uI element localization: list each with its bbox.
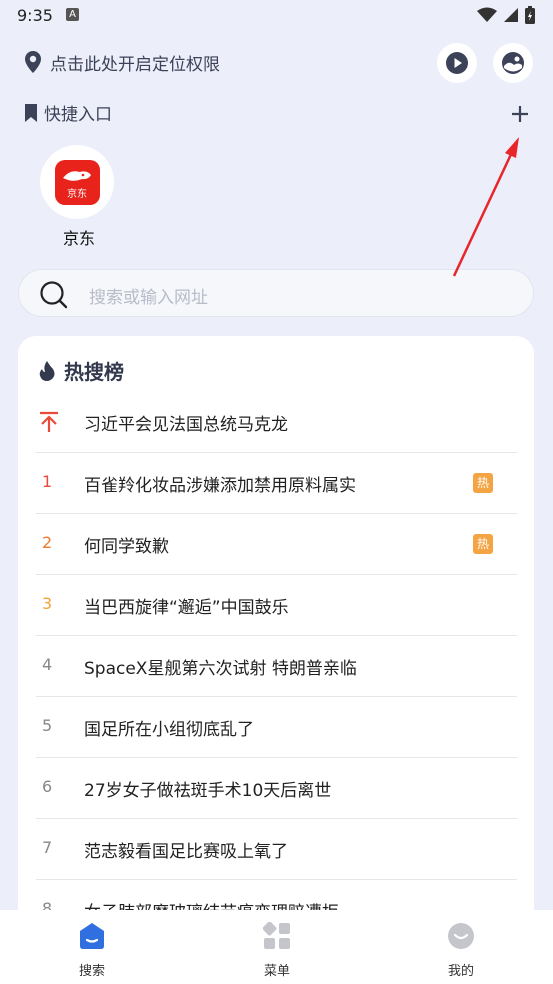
hot-item[interactable]: 7 范志毅看国足比赛吸上氧了 bbox=[36, 819, 517, 880]
hot-item[interactable]: 5 国足所在小组彻底乱了 bbox=[36, 697, 517, 758]
status-time: 9:35 bbox=[17, 6, 53, 25]
hot-item-rank: 5 bbox=[42, 716, 53, 735]
hot-search-title: 热搜榜 bbox=[64, 360, 124, 384]
video-button[interactable] bbox=[437, 43, 477, 83]
hot-item[interactable]: 3 当巴西旋律“邂逅”中国鼓乐 bbox=[36, 575, 517, 636]
hot-item-rank: 3 bbox=[42, 594, 53, 613]
hot-badge: 热 bbox=[473, 473, 493, 493]
nav-search-label: 搜索 bbox=[78, 964, 105, 979]
wallpaper-icon bbox=[502, 52, 524, 74]
location-prompt[interactable]: 点击此处开启定位权限 bbox=[24, 48, 220, 76]
hot-search-list: 习近平会见法国总统马克龙 1 百雀羚化妆品涉嫌添加禁用原料属实 热 2 何同学致… bbox=[36, 392, 517, 940]
profile-smile-icon bbox=[448, 923, 474, 949]
hot-item[interactable]: 6 27岁女子做祛斑手术10天后离世 bbox=[36, 758, 517, 819]
play-icon bbox=[446, 52, 468, 74]
hot-item-rank: 7 bbox=[42, 838, 53, 857]
search-bar[interactable]: 搜索或输入网址 bbox=[18, 269, 534, 317]
wifi-icon bbox=[477, 7, 497, 22]
hot-search-header: 热搜榜 bbox=[38, 356, 124, 385]
bookmark-icon bbox=[25, 103, 37, 122]
status-bar: 9:35 A bbox=[0, 0, 553, 32]
hot-item-text: 百雀羚化妆品涉嫌添加禁用原料属实 bbox=[84, 476, 356, 496]
plus-icon bbox=[512, 106, 528, 122]
jd-app-icon: 京东 bbox=[54, 159, 100, 205]
hot-item[interactable]: 4 SpaceX星舰第六次试射 特朗普亲临 bbox=[36, 636, 517, 697]
hot-search-card: 热搜榜 习近平会见法国总统马克龙 1 百雀羚化妆品涉嫌添加禁用原料属实 热 2 … bbox=[18, 336, 534, 936]
nav-menu-label: 菜单 bbox=[263, 964, 290, 979]
nav-profile-label: 我的 bbox=[447, 964, 474, 979]
pin-top-icon bbox=[40, 411, 58, 432]
hot-item-text: 当巴西旋律“邂逅”中国鼓乐 bbox=[84, 598, 289, 618]
hot-item-rank: 6 bbox=[42, 777, 53, 796]
signal-icon bbox=[504, 8, 518, 22]
hot-item-rank: 2 bbox=[42, 533, 53, 552]
app-circle: 京东 bbox=[40, 145, 114, 219]
search-placeholder: 搜索或输入网址 bbox=[89, 288, 208, 308]
quick-access-header: 快捷入口 bbox=[24, 100, 112, 125]
location-pin-icon bbox=[25, 51, 41, 73]
hot-item-rank: 4 bbox=[42, 655, 53, 674]
battery-icon bbox=[525, 6, 535, 24]
hot-item-pinned[interactable]: 习近平会见法国总统马克龙 bbox=[36, 392, 517, 453]
app-label: 京东 bbox=[62, 229, 95, 248]
notification-icon: A bbox=[66, 8, 79, 21]
bottom-nav: 搜索 菜单 我的 bbox=[0, 910, 553, 984]
theme-button[interactable] bbox=[493, 43, 533, 83]
hot-item-rank: 1 bbox=[42, 472, 53, 491]
hot-item-text: 何同学致歉 bbox=[84, 537, 169, 557]
quick-access-title: 快捷入口 bbox=[44, 105, 112, 125]
hot-badge: 热 bbox=[473, 534, 493, 554]
nav-search[interactable]: 搜索 bbox=[52, 922, 132, 979]
nav-profile[interactable]: 我的 bbox=[421, 922, 501, 979]
jd-dog-icon bbox=[62, 170, 91, 181]
grid-menu-icon bbox=[262, 921, 290, 949]
search-home-icon bbox=[80, 923, 104, 949]
location-text: 点击此处开启定位权限 bbox=[50, 54, 220, 75]
hot-item[interactable]: 1 百雀羚化妆品涉嫌添加禁用原料属实 热 bbox=[36, 453, 517, 514]
hot-item-text: 国足所在小组彻底乱了 bbox=[84, 720, 254, 740]
hot-item-text: 27岁女子做祛斑手术10天后离世 bbox=[84, 781, 332, 801]
hot-item-text: SpaceX星舰第六次试射 特朗普亲临 bbox=[84, 659, 357, 679]
hot-item-text: 习近平会见法国总统马克龙 bbox=[84, 415, 288, 435]
search-icon bbox=[40, 281, 68, 309]
nav-menu[interactable]: 菜单 bbox=[237, 921, 317, 979]
hot-item-text: 范志毅看国足比赛吸上氧了 bbox=[84, 842, 288, 862]
flame-icon bbox=[39, 360, 55, 381]
add-shortcut-button[interactable] bbox=[506, 100, 534, 128]
hot-item[interactable]: 2 何同学致歉 热 bbox=[36, 514, 517, 575]
status-icons bbox=[477, 6, 535, 24]
shortcut-jd[interactable]: 京东 京东 bbox=[40, 145, 116, 249]
